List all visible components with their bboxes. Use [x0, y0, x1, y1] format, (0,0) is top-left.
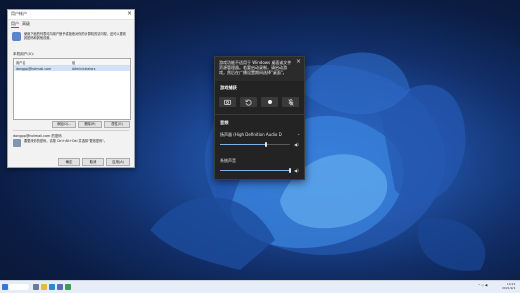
- window-description: 使用下面的列表可向用户授予或拒绝对你的计算机的访问权，还可以更改其密码和其他设置…: [24, 32, 126, 40]
- section-divider: [215, 114, 304, 115]
- search-box[interactable]: [9, 284, 29, 290]
- add-user-button[interactable]: 添加(D)...: [52, 121, 76, 128]
- xbox-icon[interactable]: [65, 284, 71, 290]
- task-view-icon[interactable]: [33, 284, 39, 290]
- tab-users[interactable]: 用户: [11, 21, 19, 28]
- clock[interactable]: 10:21 2021/9/1: [502, 282, 516, 290]
- system-tray-icons[interactable]: ^ ◇ ◀): [478, 283, 488, 287]
- game-bar-widget[interactable]: 游戏功能不适用于 Windows 桌面或文件资源管理器。若要启动录制，请启动游戏…: [214, 56, 305, 180]
- slider-thumb[interactable]: [289, 168, 291, 173]
- password-group: dongpp@hotmail.com 的密码 要更改你的密码，请按 Ctrl+A…: [13, 130, 129, 153]
- audio-section-title: 音频: [220, 120, 229, 125]
- capture-buttons: [219, 97, 300, 107]
- cancel-button[interactable]: 取消: [82, 158, 104, 166]
- row-username: dongpp@hotmail.com: [16, 66, 52, 71]
- replay-icon[interactable]: [240, 97, 257, 107]
- capture-section-title: 游戏捕获: [220, 85, 237, 90]
- game-features-warning: 游戏功能不适用于 Windows 桌面或文件资源管理器。若要启动录制，请启动游戏…: [215, 57, 304, 81]
- app-volume-name: 系统声音: [220, 158, 236, 163]
- start-icon[interactable]: [2, 284, 8, 290]
- tab-advanced[interactable]: 高级: [22, 21, 30, 27]
- table-row[interactable]: dongpp@hotmail.com Administrators: [14, 66, 130, 71]
- user-accounts-window[interactable]: 用户帐户 × 用户 高级 使用下面的列表可向用户授予或拒绝对你的计算机的访问权，…: [7, 9, 135, 168]
- password-group-title: dongpp@hotmail.com 的密码: [13, 134, 62, 138]
- close-icon[interactable]: ×: [127, 10, 132, 18]
- chevron-down-icon[interactable]: ⌄: [297, 131, 300, 136]
- close-icon[interactable]: ×: [296, 58, 301, 65]
- store-icon[interactable]: [57, 284, 63, 290]
- window-tabs: 用户 高级: [8, 20, 134, 28]
- taskbar: ^ ◇ ◀) 10:21 2021/9/1: [0, 280, 520, 293]
- row-group: Administrators: [72, 66, 96, 71]
- audio-device-name[interactable]: 扬声器 (High Definition Audio D: [220, 132, 282, 138]
- window-titlebar[interactable]: 用户帐户 ×: [8, 10, 134, 20]
- clock-date: 2021/9/1: [502, 285, 516, 290]
- password-icon: [13, 139, 21, 147]
- speaker-icon[interactable]: ◀): [294, 142, 299, 147]
- file-explorer-icon[interactable]: [41, 284, 47, 290]
- users-icon: [12, 32, 21, 41]
- remove-user-button[interactable]: 删除(R): [78, 121, 102, 128]
- column-group[interactable]: 组: [72, 60, 75, 65]
- user-list-label: 本机用户(U):: [13, 52, 35, 56]
- mic-icon[interactable]: [282, 97, 299, 107]
- warning-text: 游戏功能不适用于 Windows 桌面或文件资源管理器。若要启动录制，请启动游戏…: [219, 60, 292, 76]
- ok-button[interactable]: 确定: [58, 158, 80, 166]
- speaker-icon[interactable]: ◀): [294, 168, 299, 173]
- app-volume-slider[interactable]: [220, 168, 291, 173]
- user-list[interactable]: 用户名 组 dongpp@hotmail.com Administrators: [13, 58, 131, 120]
- window-title: 用户帐户: [11, 11, 27, 16]
- record-icon[interactable]: [261, 97, 278, 107]
- column-username[interactable]: 用户名: [16, 60, 26, 65]
- password-text: 要更改你的密码，请按 Ctrl+Alt+Del 并选择"更改密码"。: [24, 139, 107, 143]
- user-list-header: 用户名 组: [14, 59, 130, 66]
- edge-icon[interactable]: [49, 284, 55, 290]
- apply-button[interactable]: 应用(A): [106, 158, 130, 166]
- camera-icon[interactable]: [219, 97, 236, 107]
- slider-thumb[interactable]: [265, 142, 267, 147]
- device-volume-slider[interactable]: [220, 142, 290, 147]
- properties-button[interactable]: 属性(O): [104, 121, 130, 128]
